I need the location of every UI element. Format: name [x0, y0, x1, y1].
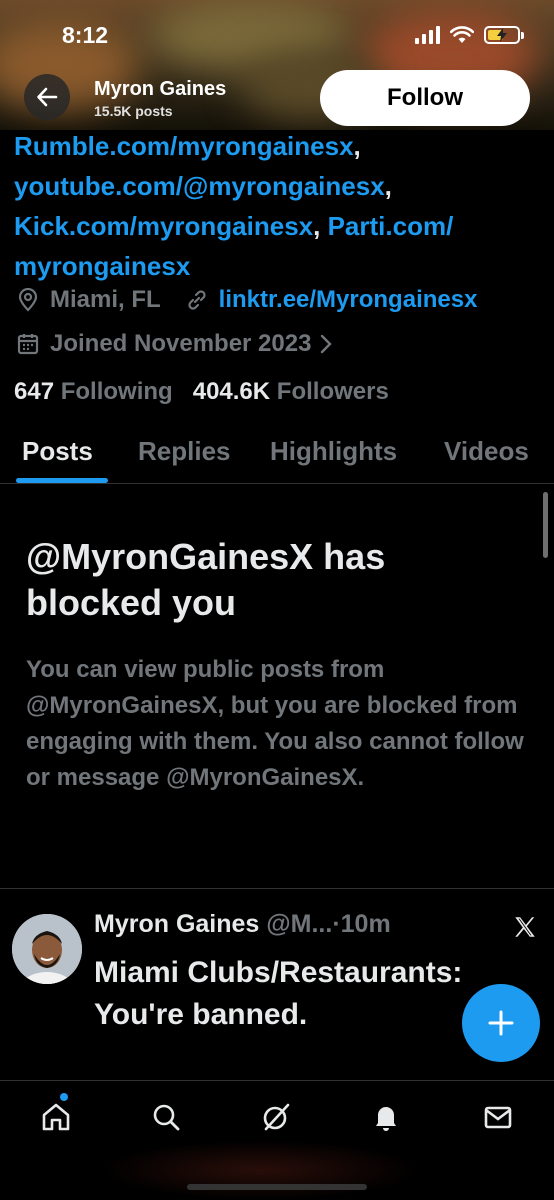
profile-website-link[interactable]: linktr.ee/Myrongainesx — [219, 286, 478, 314]
wifi-icon — [450, 26, 474, 43]
tab-replies[interactable]: Replies — [138, 436, 231, 467]
compose-button[interactable] — [462, 984, 540, 1062]
arrow-left-icon — [37, 87, 58, 107]
grok-icon[interactable] — [260, 1101, 292, 1133]
header-profile-name: Myron Gaines — [94, 78, 227, 100]
scrollbar[interactable] — [543, 492, 548, 558]
followers-count: 404.6K — [192, 378, 271, 405]
profile-meta-row: Miami, FL linktr.ee/Myrongainesx — [16, 286, 477, 314]
tab-videos[interactable]: Videos — [444, 436, 529, 467]
link-icon — [188, 290, 206, 310]
profile-location: Miami, FL — [50, 286, 161, 313]
plus-icon — [488, 1010, 514, 1036]
notifications-icon[interactable] — [370, 1101, 402, 1133]
status-time: 8:12 — [62, 22, 109, 48]
home-icon[interactable] — [40, 1101, 72, 1133]
bio-link-youtube[interactable]: youtube.com/@myrongainesx — [14, 171, 385, 201]
followers-link[interactable]: 404.6K Followers — [193, 378, 389, 405]
profile-bio: Rumble.com/myrongainesx, youtube.com/@my… — [14, 126, 544, 286]
bio-link-rumble[interactable]: Rumble.com/myrongainesx — [14, 131, 354, 161]
header-posts-count: 15.5K posts — [94, 103, 173, 119]
calendar-icon — [17, 334, 39, 355]
bio-link-parti[interactable]: Parti.com/ — [328, 211, 454, 241]
post-author-name[interactable]: Myron Gaines — [94, 910, 259, 938]
post-header: Myron Gaines @M...·10m — [94, 910, 391, 939]
location-pin-icon — [18, 288, 38, 312]
following-count: 647 — [14, 378, 55, 405]
profile-tabs: Posts Replies Highlights Videos — [0, 426, 554, 484]
bio-separator: , — [353, 131, 361, 161]
follow-button[interactable]: Follow — [320, 70, 530, 126]
bio-link-parti-cont[interactable]: myrongainesx — [14, 251, 190, 281]
chevron-right-icon — [321, 334, 333, 354]
signal-icon — [415, 26, 440, 44]
blocked-notice-description: You can view public posts from @MyronGai… — [26, 656, 524, 791]
avatar[interactable] — [12, 914, 82, 984]
bio-link-kick[interactable]: Kick.com/myrongainesx — [14, 211, 313, 241]
post-timestamp: ·10m — [332, 910, 391, 938]
active-tab-indicator — [16, 478, 108, 483]
tab-highlights[interactable]: Highlights — [270, 436, 397, 467]
blocked-notice-title: @MyronGainesX has blocked you — [26, 536, 386, 623]
divider — [0, 888, 554, 889]
x-logo-icon — [515, 917, 535, 937]
profile-joined-date: Joined November 2023 — [50, 330, 312, 357]
home-indicator[interactable] — [187, 1184, 367, 1190]
following-label: Following — [60, 378, 173, 405]
back-button[interactable] — [24, 74, 70, 120]
status-icons — [415, 26, 524, 44]
following-link[interactable]: 647 Following — [14, 378, 173, 405]
messages-icon[interactable] — [482, 1101, 514, 1133]
profile-joined-row[interactable]: Joined November 2023 — [16, 330, 333, 358]
post-author-handle[interactable]: @M... — [266, 910, 332, 938]
battery-icon — [484, 26, 524, 44]
home-notification-dot — [60, 1093, 68, 1101]
followers-label: Followers — [276, 378, 389, 405]
tab-posts[interactable]: Posts — [22, 436, 93, 467]
bio-separator: , — [313, 211, 328, 241]
status-bar: 8:12 — [0, 0, 554, 70]
search-icon[interactable] — [150, 1101, 182, 1133]
follow-counts: 647 Following 404.6K Followers — [14, 378, 389, 406]
bio-separator: , — [384, 171, 392, 201]
bottom-blur — [100, 1140, 420, 1200]
